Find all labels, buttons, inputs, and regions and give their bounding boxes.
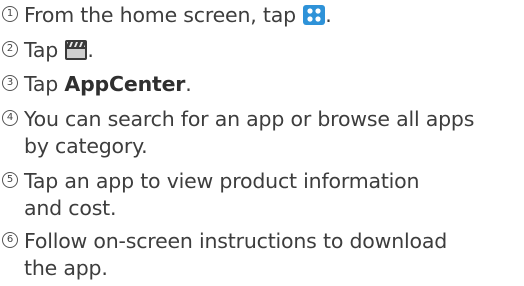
step-number: 2 [2,41,18,57]
appcenter-label: AppCenter [64,72,186,96]
step-text-end: . [325,3,332,27]
step-line: by category. [24,134,148,158]
step-line: Tap an app to view product information [24,169,420,193]
step-number: 4 [2,110,18,126]
step-line: the app. [24,256,108,280]
step-text: Follow on-screen instructions to downloa… [24,228,447,282]
media-clapperboard-icon [65,40,88,67]
step-text: Tap AppCenter. [24,71,192,98]
step-number: 3 [2,75,18,91]
step-text: Tap . [24,37,94,67]
step-number: 5 [2,172,18,188]
step-line: and cost. [24,196,117,220]
step-line: You can search for an app or browse all … [24,107,475,131]
step-text: You can search for an app or browse all … [24,106,474,160]
step-text: Tap an app to view product information a… [24,168,419,222]
step-line: Follow on-screen instructions to downloa… [24,229,448,253]
step-number: 1 [2,6,18,22]
step-text-start: Tap [24,38,65,62]
step-number: 6 [2,232,18,248]
step-text-end: . [185,72,192,96]
step-text-start: Tap [24,72,65,96]
apps-grid-icon [303,5,326,32]
step-text: From the home screen, tap . [24,2,332,32]
step-text-end: . [87,38,94,62]
step-text-start: From the home screen, tap [24,3,303,27]
